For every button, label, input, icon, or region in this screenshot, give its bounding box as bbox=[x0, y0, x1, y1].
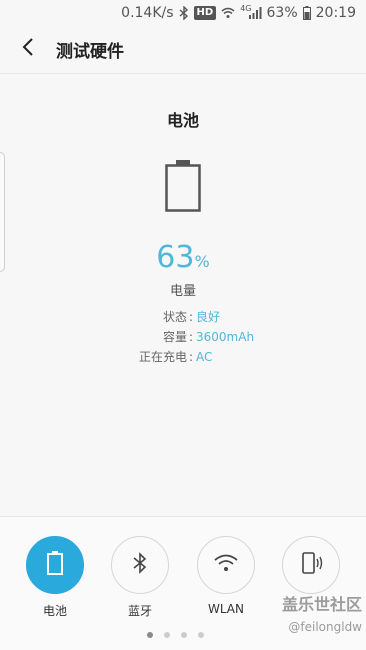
info-value: 良好 bbox=[196, 310, 221, 324]
info-label: 容量 bbox=[162, 330, 187, 344]
info-separator: : bbox=[188, 310, 194, 324]
tile-wlan-circle[interactable] bbox=[197, 536, 255, 594]
page-dot-active[interactable] bbox=[147, 632, 153, 638]
battery-info: 状态 : 良好 容量 : 3600mAh 正在充电 : AC bbox=[0, 307, 366, 367]
info-value: AC bbox=[196, 350, 213, 364]
tile-battery-circle[interactable] bbox=[26, 536, 84, 594]
info-row-status: 状态 : 良好 bbox=[0, 307, 366, 327]
battery-icon bbox=[163, 158, 203, 218]
back-button[interactable] bbox=[0, 26, 56, 72]
tile-battery[interactable]: 电池 bbox=[25, 536, 85, 619]
page-indicator bbox=[147, 632, 204, 638]
page-dot[interactable] bbox=[198, 632, 204, 638]
info-value: 3600mAh bbox=[196, 330, 255, 344]
bluetooth-status-icon bbox=[179, 6, 189, 20]
cellular-signal-icon: 4G bbox=[240, 3, 262, 19]
tile-bluetooth[interactable]: 蓝牙 bbox=[110, 536, 170, 619]
watermark-title: 盖乐世社区 bbox=[281, 595, 362, 614]
info-row-capacity: 容量 : 3600mAh bbox=[0, 327, 366, 347]
tile-label: WLAN bbox=[207, 602, 244, 616]
info-label: 状态 bbox=[162, 310, 187, 324]
hd-badge: HD bbox=[193, 6, 217, 20]
page-dot[interactable] bbox=[181, 632, 187, 638]
tile-label: 蓝牙 bbox=[127, 604, 152, 618]
header-divider bbox=[0, 73, 366, 74]
tile-wlan[interactable]: WLAN bbox=[196, 536, 256, 616]
phone-vibrate-icon bbox=[297, 551, 325, 579]
page-dot[interactable] bbox=[164, 632, 170, 638]
wifi-icon bbox=[213, 553, 239, 577]
app-header: 测试硬件 bbox=[0, 26, 366, 72]
wifi-status-icon bbox=[221, 7, 235, 19]
battery-level-label: 电量 bbox=[169, 284, 196, 299]
battery-charging-status-icon bbox=[302, 6, 311, 20]
info-row-charging: 正在充电 : AC bbox=[0, 347, 366, 367]
tile-vibration[interactable] bbox=[281, 536, 341, 602]
watermark-handle: @feilongldw bbox=[288, 620, 362, 634]
tile-bluetooth-circle[interactable] bbox=[111, 536, 169, 594]
battery-level: 63% bbox=[0, 240, 366, 275]
tile-label: 电池 bbox=[42, 604, 67, 618]
section-title: 电池 bbox=[166, 111, 199, 130]
info-label: 正在充电 bbox=[138, 350, 187, 364]
status-bar: 0.14K/s HD 4G 63% 20:19 bbox=[0, 0, 366, 26]
tile-vibration-circle[interactable] bbox=[282, 536, 340, 594]
battery-icon bbox=[46, 550, 64, 580]
info-separator: : bbox=[188, 350, 194, 364]
page-title: 测试硬件 bbox=[56, 41, 124, 62]
bluetooth-icon bbox=[133, 552, 147, 578]
back-arrow-icon bbox=[22, 38, 34, 60]
battery-level-unit: % bbox=[194, 252, 210, 271]
battery-percent-status: 63% bbox=[266, 5, 298, 21]
info-separator: : bbox=[188, 330, 194, 344]
clock: 20:19 bbox=[315, 5, 356, 21]
battery-level-value: 63 bbox=[156, 240, 195, 275]
network-speed: 0.14K/s bbox=[121, 5, 174, 21]
network-type: 4G bbox=[240, 3, 252, 13]
